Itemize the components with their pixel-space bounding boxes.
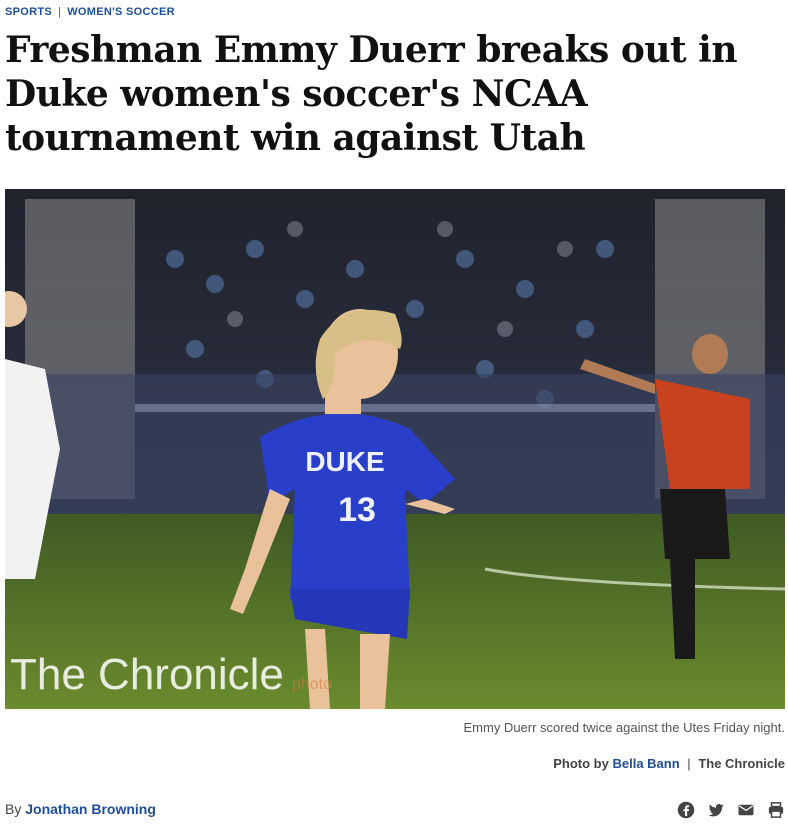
byline-prefix: By (5, 801, 22, 817)
article-headline: Freshman Emmy Duerr breaks out in Duke w… (5, 29, 738, 159)
print-icon[interactable] (767, 801, 785, 819)
author-link[interactable]: Jonathan Browning (25, 801, 156, 817)
photo-watermark: The Chronicle (10, 650, 284, 699)
photo-watermark-suffix: photo (292, 676, 332, 693)
article-photo: DUKE 13 The Chronicle photo (5, 189, 785, 709)
breadcrumb-sports-link[interactable]: SPORTS (5, 6, 52, 18)
share-toolbar (677, 801, 785, 819)
photo-credit-outlet: The Chronicle (698, 756, 785, 771)
photo-credit: Photo by Bella Bann | The Chronicle (553, 756, 785, 771)
photographer-link[interactable]: Bella Bann (612, 756, 679, 771)
breadcrumb: SPORTS | WOMEN'S SOCCER (5, 6, 175, 18)
photo-credit-prefix: Photo by (553, 756, 609, 771)
photo-caption: Emmy Duerr scored twice against the Utes… (463, 720, 785, 735)
facebook-icon[interactable] (677, 801, 695, 819)
jersey-number: 13 (338, 491, 376, 529)
breadcrumb-separator: | (58, 6, 62, 18)
email-icon[interactable] (737, 801, 755, 819)
photo-credit-separator: | (687, 756, 691, 771)
jersey-text: DUKE (305, 446, 384, 477)
twitter-icon[interactable] (707, 801, 725, 819)
breadcrumb-womens-soccer-link[interactable]: WOMEN'S SOCCER (67, 6, 175, 18)
byline: By Jonathan Browning (5, 801, 156, 817)
